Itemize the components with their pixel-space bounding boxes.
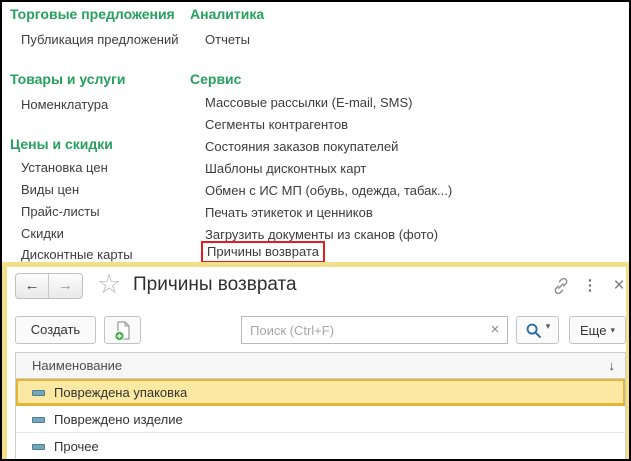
kebab-menu-icon: ⋮ <box>582 277 598 294</box>
history-nav-group: ← → <box>15 273 83 299</box>
search-options-button[interactable]: ▾ <box>516 316 559 344</box>
get-link-button[interactable] <box>550 276 572 296</box>
menu-item-discounts[interactable]: Скидки <box>21 226 64 241</box>
create-group-button[interactable] <box>104 316 141 344</box>
row-label: Повреждено изделие <box>54 412 183 427</box>
catalog-item-icon <box>32 390 45 396</box>
close-icon: × <box>613 275 625 296</box>
menu-section-prices-discounts: Цены и скидки <box>10 136 113 152</box>
menu-item-reports[interactable]: Отчеты <box>205 32 250 47</box>
table-row[interactable]: Прочее <box>16 433 625 459</box>
back-arrow-icon: ← <box>24 277 40 294</box>
sort-descending-icon: ↓ <box>608 358 616 373</box>
magnifier-icon <box>526 323 541 338</box>
menu-item-ismp-exchange[interactable]: Обмен с ИС МП (обувь, одежда, табак...) <box>205 183 452 198</box>
catalog-item-icon <box>32 417 45 423</box>
menu-section-analytics: Аналитика <box>190 6 265 22</box>
link-chain-icon <box>554 277 568 295</box>
menu-item-print-labels[interactable]: Печать этикеток и ценников <box>205 205 373 220</box>
menu-item-counterparty-segments[interactable]: Сегменты контрагентов <box>205 117 348 132</box>
menu-item-mass-mailings[interactable]: Массовые рассылки (E-mail, SMS) <box>205 95 413 110</box>
menu-item-order-states[interactable]: Состояния заказов покупателей <box>205 139 398 154</box>
reasons-table: Наименование ↓ Повреждена упаковка Повре… <box>15 352 626 459</box>
close-button[interactable]: × <box>608 275 629 296</box>
menu-item-publish-offers[interactable]: Публикация предложений <box>21 32 179 47</box>
menu-item-card-templates[interactable]: Шаблоны дисконтных карт <box>205 161 366 176</box>
menu-item-return-reasons[interactable]: Причины возврата <box>201 241 325 263</box>
menu-section-service: Сервис <box>190 71 242 87</box>
screenshot-root: Торговые предложения Публикация предложе… <box>0 0 631 461</box>
forward-arrow-icon: → <box>58 277 73 294</box>
star-icon: ☆ <box>97 269 122 299</box>
new-item-page-plus-icon <box>113 320 130 342</box>
menu-section-goods-services: Товары и услуги <box>10 71 126 87</box>
menu-item-price-setting[interactable]: Установка цен <box>21 160 108 175</box>
create-button[interactable]: Создать <box>15 316 96 344</box>
catalog-item-icon <box>32 444 45 450</box>
more-actions-button[interactable]: ⋮ <box>579 276 601 296</box>
menu-item-price-lists[interactable]: Прайс-листы <box>21 204 100 219</box>
menu-item-nomenclature[interactable]: Номенклатура <box>21 97 108 112</box>
dropdown-caret-icon: ▾ <box>610 325 615 335</box>
favorite-star-button[interactable]: ☆ <box>97 269 121 299</box>
forward-button[interactable]: → <box>49 274 82 298</box>
clear-x-icon: × <box>490 321 500 338</box>
search-clear-button[interactable]: × <box>483 317 507 343</box>
menu-section-trade-offers: Торговые предложения <box>10 6 175 22</box>
column-header-name[interactable]: Наименование ↓ <box>16 353 625 379</box>
more-button[interactable]: Еще ▾ <box>569 316 626 344</box>
menu-item-price-types[interactable]: Виды цен <box>21 182 79 197</box>
menu-item-discount-cards[interactable]: Дисконтные карты <box>21 247 133 262</box>
column-header-label: Наименование <box>32 358 123 373</box>
search-box: × <box>241 316 508 344</box>
return-reasons-window: ← → ☆ Причины возврата ⋮ × Создать Поиск… <box>2 262 629 459</box>
search-input[interactable] <box>242 317 483 343</box>
table-row[interactable]: Повреждена упаковка <box>16 379 625 406</box>
menu-item-load-scans[interactable]: Загрузить документы из сканов (фото) <box>205 227 438 242</box>
row-label: Повреждена упаковка <box>54 385 188 400</box>
dropdown-caret-icon: ▾ <box>545 321 551 332</box>
more-button-label: Еще <box>580 323 607 338</box>
row-label: Прочее <box>54 439 99 454</box>
table-row[interactable]: Повреждено изделие <box>16 406 625 433</box>
window-title: Причины возврата <box>133 274 297 295</box>
back-button[interactable]: ← <box>16 274 49 298</box>
